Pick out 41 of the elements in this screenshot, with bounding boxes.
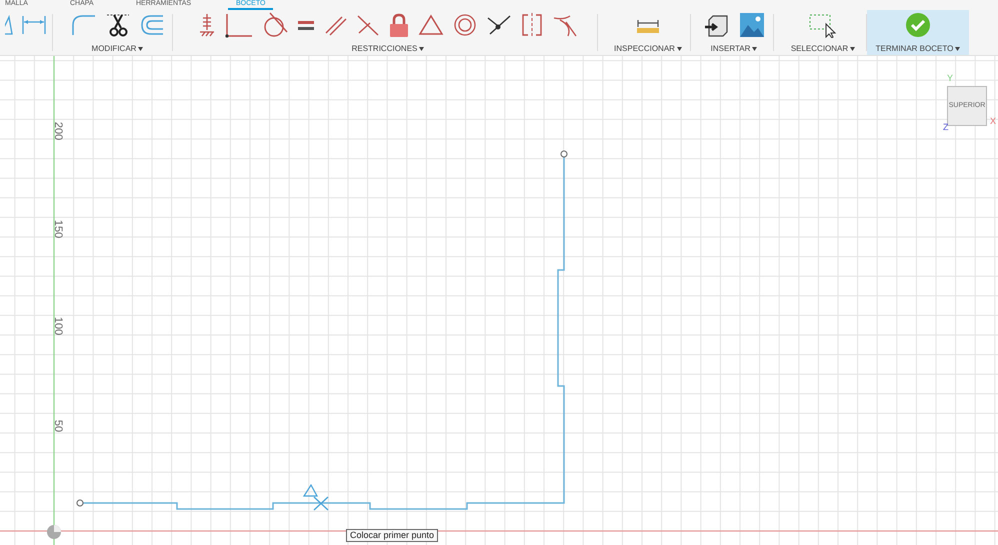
tooltip: Colocar primer punto (346, 529, 438, 542)
axis-label: Z (943, 123, 948, 132)
padlock-icon[interactable] (388, 12, 410, 38)
group-menu-button[interactable]: RESTRICCIONES (352, 44, 424, 54)
group-menu-button[interactable]: INSPECCIONAR (614, 44, 682, 54)
dimension-icon[interactable] (21, 14, 47, 36)
group-menu-button[interactable]: SELECCIONAR (790, 44, 856, 54)
selection-box-icon[interactable] (808, 12, 838, 38)
cross-cursor-icon (313, 496, 329, 511)
tangent-icon[interactable] (262, 12, 288, 38)
endpoint-marker (76, 500, 84, 506)
ruler-label: 200 (52, 122, 64, 140)
symmetry-icon[interactable] (520, 12, 544, 38)
group-menu-button[interactable]: INSERTAR (710, 44, 758, 54)
triangle-icon[interactable] (5, 14, 13, 36)
intersecting-lines-icon[interactable] (356, 13, 380, 38)
perpendicular-icon[interactable] (224, 12, 254, 38)
concentric-circles-icon[interactable] (452, 12, 478, 38)
checkmark-icon[interactable] (905, 12, 931, 38)
ruler-label: 50 (52, 420, 64, 432)
caret-icon (850, 46, 856, 51)
offset-icon[interactable] (138, 13, 164, 38)
endpoint-marker (560, 150, 568, 158)
fix-icon[interactable] (198, 12, 216, 38)
ruler-label: 100 (52, 316, 64, 336)
origin-icon (47, 525, 61, 539)
axis-label: X (990, 117, 996, 126)
group-menu-button[interactable]: TERMINAR BOCETO (876, 44, 960, 54)
caret-icon (955, 46, 960, 51)
image-icon[interactable] (739, 12, 765, 38)
axis-label: Y (947, 74, 954, 83)
fillet-icon[interactable] (70, 13, 96, 38)
triangle-outline-icon[interactable] (418, 13, 444, 38)
caret-icon (752, 46, 758, 51)
scissors-icon[interactable] (104, 12, 130, 38)
caret-icon (676, 46, 682, 51)
triangle-cursor-icon (302, 484, 318, 497)
caret-icon (138, 46, 144, 51)
caret-icon (419, 46, 424, 51)
ruler-label: 150 (52, 220, 64, 238)
group-menu-button[interactable]: MODIFICAR (92, 44, 144, 54)
